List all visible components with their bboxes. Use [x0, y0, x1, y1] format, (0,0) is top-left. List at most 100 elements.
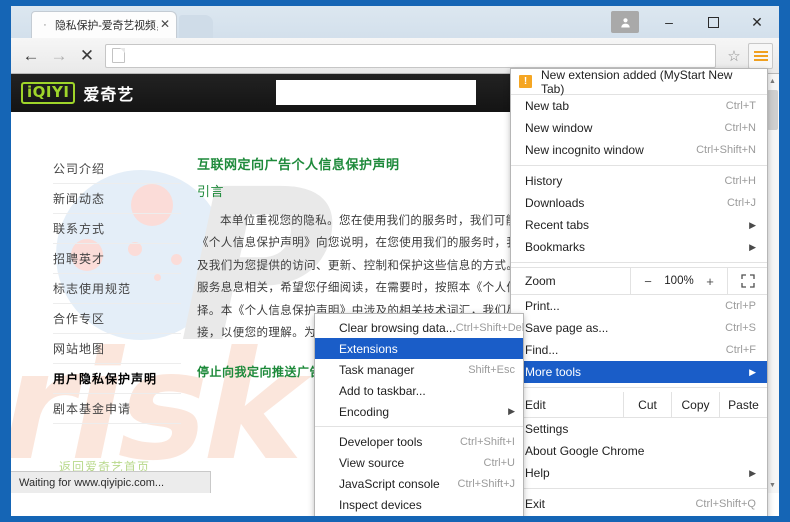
- submenu-label: Encoding: [339, 405, 502, 419]
- copy-button[interactable]: Copy: [671, 392, 719, 417]
- menu-item-exit[interactable]: Exit Ctrl+Shift+Q: [511, 493, 767, 515]
- submenu-item-javascript-console[interactable]: JavaScript console Ctrl+Shift+J: [315, 473, 523, 494]
- sidebar-item-script-fund[interactable]: 剧本基金申请: [53, 394, 181, 424]
- sidebar-item-news[interactable]: 新闻动态: [53, 184, 181, 214]
- submenu-item-view-source[interactable]: View source Ctrl+U: [315, 452, 523, 473]
- extension-notice-label: New extension added (MyStart New Tab): [541, 68, 756, 96]
- close-button[interactable]: ✕: [735, 8, 779, 37]
- menu-label: About Google Chrome: [525, 444, 756, 458]
- submenu-accelerator: Ctrl+U: [484, 457, 515, 469]
- cut-button[interactable]: Cut: [623, 392, 671, 417]
- menu-separator: [511, 387, 767, 388]
- menu-label: Find...: [525, 343, 726, 357]
- status-bar-text: Waiting for www.qiyipic.com...: [19, 477, 164, 489]
- site-sidebar: 公司介绍 新闻动态 联系方式 招聘英才 标志使用规范 合作专区 网站地图 用户隐…: [11, 154, 181, 475]
- paste-button[interactable]: Paste: [719, 392, 767, 417]
- zoom-level-value: 100%: [659, 275, 699, 287]
- zoom-controls: − 100% +: [630, 268, 727, 294]
- submenu-item-developer-tools[interactable]: Developer tools Ctrl+Shift+I: [315, 431, 523, 452]
- submenu-item-inspect-devices[interactable]: Inspect devices: [315, 494, 523, 515]
- submenu-item-add-to-taskbar[interactable]: Add to taskbar...: [315, 380, 523, 401]
- menu-label: Bookmarks: [525, 240, 743, 254]
- sidebar-item-company[interactable]: 公司介绍: [53, 154, 181, 184]
- menu-item-more-tools[interactable]: More tools ▶: [511, 361, 767, 383]
- menu-accelerator: Ctrl+T: [726, 100, 756, 112]
- sidebar-item-sitemap[interactable]: 网站地图: [53, 334, 181, 364]
- hamburger-line: [754, 55, 768, 57]
- menu-label: Downloads: [525, 196, 727, 210]
- fullscreen-button[interactable]: [727, 268, 767, 294]
- submenu-label: Developer tools: [339, 435, 460, 449]
- submenu-item-extensions[interactable]: Extensions: [315, 338, 523, 359]
- chevron-right-icon: ▶: [749, 242, 756, 253]
- browser-tab[interactable]: · 隐私保护-爱奇艺视频，悦 ✕: [31, 11, 177, 38]
- menu-accelerator: Ctrl+Shift+Q: [695, 498, 756, 510]
- menu-label: Settings: [525, 422, 756, 436]
- edit-label: Edit: [511, 392, 623, 417]
- tab-close-icon[interactable]: ✕: [158, 18, 172, 32]
- chrome-menu-button[interactable]: [748, 43, 773, 69]
- submenu-item-encoding[interactable]: Encoding ▶: [315, 401, 523, 422]
- warning-icon: !: [519, 75, 532, 88]
- menu-accelerator: Ctrl+N: [725, 122, 756, 134]
- sidebar-item-privacy[interactable]: 用户隐私保护声明: [53, 364, 181, 394]
- chevron-right-icon: ▶: [749, 468, 756, 479]
- submenu-item-clear-browsing-data[interactable]: Clear browsing data... Ctrl+Shift+Del: [315, 317, 523, 338]
- menu-accelerator: Ctrl+J: [727, 197, 756, 209]
- scrollbar-thumb[interactable]: [767, 90, 778, 130]
- submenu-item-task-manager[interactable]: Task manager Shift+Esc: [315, 359, 523, 380]
- sidebar-item-partners[interactable]: 合作专区: [53, 304, 181, 334]
- menu-label: Save page as...: [525, 321, 725, 335]
- sidebar-item-contact[interactable]: 联系方式: [53, 214, 181, 244]
- stop-button[interactable]: ✕: [73, 42, 101, 70]
- status-bar: Waiting for www.qiyipic.com...: [11, 471, 211, 493]
- menu-label: Help: [525, 466, 743, 480]
- tab-title: 隐私保护-爱奇艺视频，悦: [55, 17, 158, 33]
- menu-item-new-tab[interactable]: New tab Ctrl+T: [511, 95, 767, 117]
- zoom-in-button[interactable]: +: [699, 274, 721, 289]
- menu-item-new-window[interactable]: New window Ctrl+N: [511, 117, 767, 139]
- submenu-accelerator: Ctrl+Shift+J: [458, 478, 515, 490]
- browser-window: · 隐私保护-爱奇艺视频，悦 ✕ – ✕: [11, 6, 779, 516]
- hamburger-line: [754, 51, 768, 53]
- menu-item-help[interactable]: Help ▶: [511, 462, 767, 484]
- maximize-button[interactable]: [691, 8, 735, 37]
- menu-label: History: [525, 174, 725, 188]
- site-search-input[interactable]: [276, 80, 476, 105]
- menu-item-recent-tabs[interactable]: Recent tabs ▶: [511, 214, 767, 236]
- forward-button[interactable]: →: [45, 42, 73, 70]
- sidebar-item-jobs[interactable]: 招聘英才: [53, 244, 181, 274]
- menu-item-new-incognito-window[interactable]: New incognito window Ctrl+Shift+N: [511, 139, 767, 161]
- bookmark-star-icon[interactable]: ☆: [722, 43, 746, 69]
- hamburger-line: [754, 59, 768, 61]
- menu-item-downloads[interactable]: Downloads Ctrl+J: [511, 192, 767, 214]
- submenu-label: Add to taskbar...: [339, 384, 515, 398]
- new-tab-button[interactable]: [179, 15, 213, 38]
- page-icon: [112, 48, 125, 63]
- menu-item-save-page-as[interactable]: Save page as... Ctrl+S: [511, 317, 767, 339]
- menu-item-about-chrome[interactable]: About Google Chrome: [511, 440, 767, 462]
- chrome-main-menu: ! New extension added (MyStart New Tab) …: [510, 68, 768, 516]
- menu-item-history[interactable]: History Ctrl+H: [511, 170, 767, 192]
- sidebar-item-logo-guide[interactable]: 标志使用规范: [53, 274, 181, 304]
- menu-item-settings[interactable]: Settings: [511, 418, 767, 440]
- submenu-accelerator: Shift+Esc: [468, 364, 515, 376]
- menu-accelerator: Ctrl+H: [725, 175, 756, 187]
- chevron-right-icon: ▶: [749, 367, 756, 378]
- menu-item-find[interactable]: Find... Ctrl+F: [511, 339, 767, 361]
- address-bar[interactable]: [105, 44, 716, 68]
- iqiyi-logo-cn: 爱奇艺: [83, 81, 134, 105]
- menu-item-bookmarks[interactable]: Bookmarks ▶: [511, 236, 767, 258]
- submenu-label: Inspect devices: [339, 498, 515, 512]
- more-tools-submenu: Clear browsing data... Ctrl+Shift+Del Ex…: [314, 313, 524, 516]
- back-button[interactable]: ←: [17, 42, 45, 70]
- avatar-icon[interactable]: [611, 11, 639, 33]
- menu-item-print[interactable]: Print... Ctrl+P: [511, 295, 767, 317]
- zoom-out-button[interactable]: −: [637, 274, 659, 289]
- menu-item-extension-notice[interactable]: ! New extension added (MyStart New Tab): [511, 69, 767, 95]
- submenu-accelerator: Ctrl+Shift+I: [460, 436, 515, 448]
- minimize-button[interactable]: –: [647, 8, 691, 37]
- submenu-label: View source: [339, 456, 484, 470]
- menu-label: More tools: [525, 365, 743, 379]
- iqiyi-logo[interactable]: iQIYI: [21, 82, 75, 104]
